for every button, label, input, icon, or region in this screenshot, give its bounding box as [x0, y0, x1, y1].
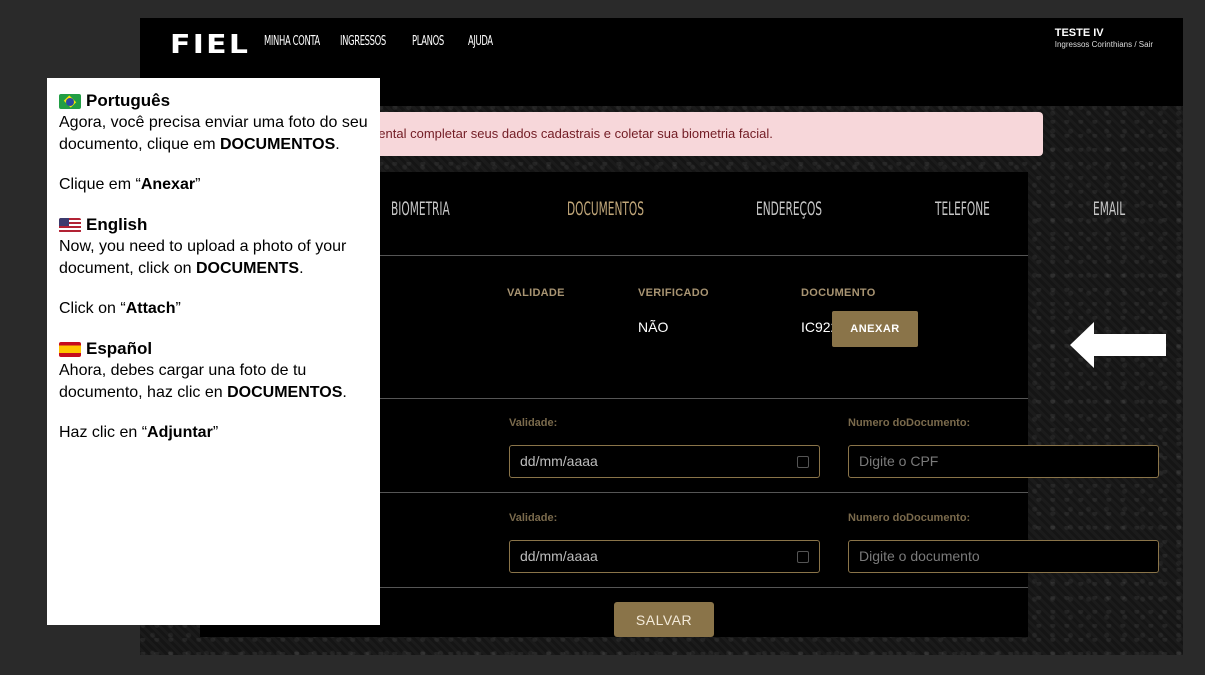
- tab-enderecos[interactable]: ENDEREÇOS: [756, 198, 822, 220]
- nav-ajuda[interactable]: AJUDA: [468, 34, 513, 49]
- nav-planos[interactable]: PLANOS: [412, 34, 444, 49]
- nav-links: MINHA CONTA INGRESSOS PLANOS AJUDA: [264, 34, 530, 49]
- validade-label-2: Validade:: [509, 512, 558, 524]
- cpf-input-placeholder: Digite o CPF: [859, 453, 939, 469]
- col-header-verificado: VERIFICADO: [638, 287, 709, 299]
- validade-input-2[interactable]: dd/mm/aaaa: [509, 540, 820, 573]
- calendar-icon[interactable]: [797, 456, 809, 468]
- lang-en-label: English: [86, 215, 148, 234]
- calendar-icon[interactable]: [797, 551, 809, 563]
- cell-verificado: NÃO: [638, 319, 669, 335]
- usa-flag-icon: [59, 217, 81, 233]
- tab-documentos[interactable]: DOCUMENTOS: [567, 198, 644, 220]
- document-number-placeholder: Digite o documento: [859, 548, 980, 564]
- col-header-documento: DOCUMENTO: [801, 287, 876, 299]
- instruction-es-1: Ahora, debes cargar una foto de tu docum…: [59, 362, 347, 401]
- cpf-input[interactable]: Digite o CPF: [848, 445, 1159, 478]
- numero-label-2: Numero doDocumento:: [848, 512, 971, 524]
- lang-heading-es: Español: [59, 338, 368, 360]
- nav-minha-conta[interactable]: MINHA CONTA: [264, 34, 320, 49]
- tab-biometria[interactable]: BIOMETRIA: [391, 198, 450, 220]
- lang-es-label: Español: [86, 339, 153, 358]
- instruction-en-1: Now, you need to upload a photo of your …: [59, 238, 347, 277]
- tab-telefone[interactable]: TELEFONE: [935, 198, 990, 220]
- pointer-arrow-icon: [1070, 322, 1166, 368]
- validade-input-2-text: dd/mm/aaaa: [520, 548, 598, 564]
- brazil-flag-icon: [59, 93, 81, 109]
- instruction-pt-1: Agora, você precisa enviar uma foto do s…: [59, 114, 368, 153]
- user-links[interactable]: Ingressos Corinthians / Sair: [1055, 40, 1153, 49]
- instruction-pt-2: Clique em “Anexar”: [59, 176, 201, 193]
- validade-input-1-text: dd/mm/aaaa: [520, 453, 598, 469]
- fiel-logo[interactable]: FIEL: [170, 30, 250, 60]
- col-header-validade: VALIDADE: [507, 287, 565, 299]
- validade-label-1: Validade:: [509, 417, 558, 429]
- user-name: TESTE IV: [1054, 27, 1104, 39]
- save-button[interactable]: SALVAR: [614, 602, 714, 637]
- attach-button[interactable]: ANEXAR: [832, 311, 918, 347]
- document-number-input[interactable]: Digite o documento: [848, 540, 1159, 573]
- instructions-card: Português Agora, você precisa enviar uma…: [47, 78, 380, 625]
- validade-input-1[interactable]: dd/mm/aaaa: [509, 445, 820, 478]
- spain-flag-icon: [59, 341, 81, 357]
- tab-email[interactable]: EMAIL: [1093, 198, 1125, 220]
- lang-heading-pt: Português: [59, 90, 368, 112]
- lang-pt-label: Português: [86, 91, 171, 110]
- lang-heading-en: English: [59, 214, 368, 236]
- user-box: TESTE IV Ingressos Corinthians / Sair: [1055, 27, 1153, 49]
- instruction-en-2: Click on “Attach”: [59, 300, 181, 317]
- instruction-es-2: Haz clic en “Adjuntar”: [59, 424, 219, 441]
- numero-label-1: Numero doDocumento:: [848, 417, 971, 429]
- nav-ingressos[interactable]: INGRESSOS: [340, 34, 386, 49]
